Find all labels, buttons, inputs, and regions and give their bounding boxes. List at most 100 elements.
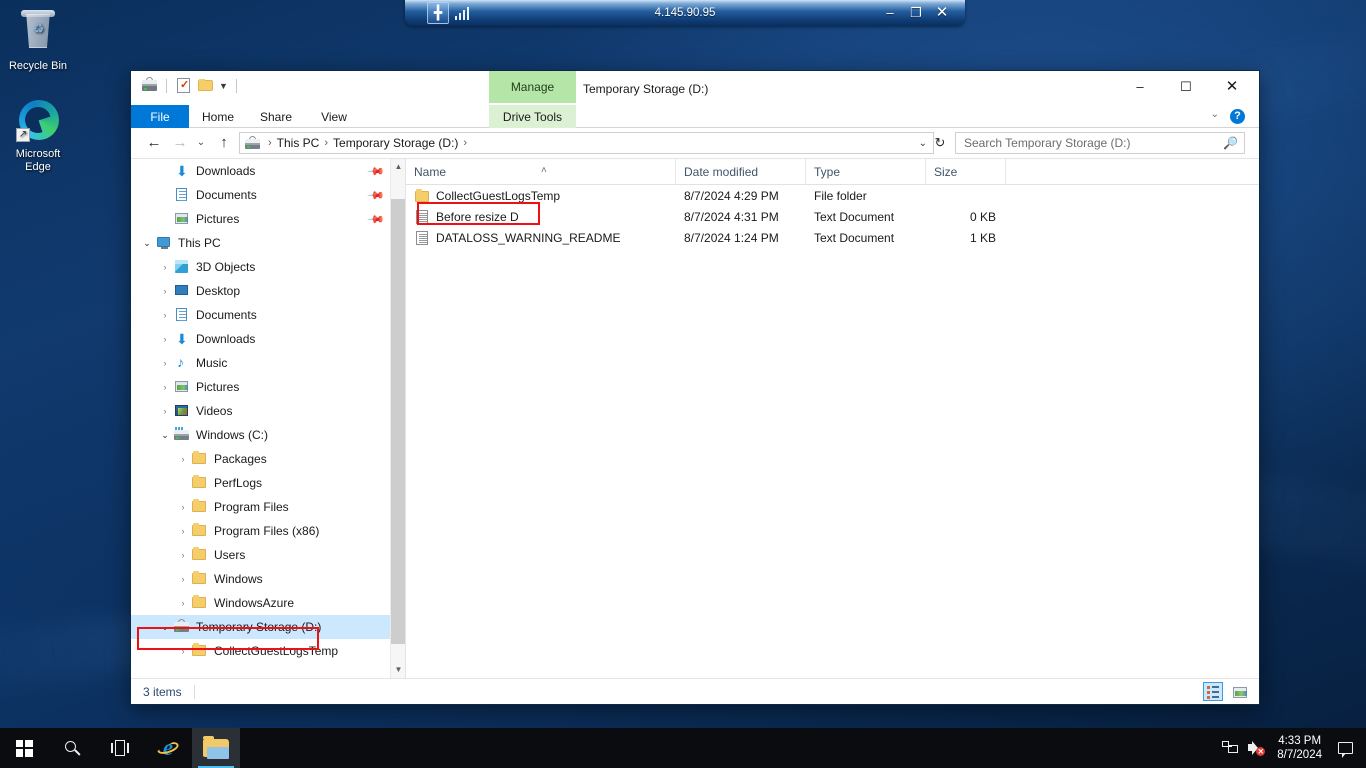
tree-item-downloads[interactable]: › ⬇ Downloads — [131, 327, 405, 351]
pin-icon[interactable]: 📌 — [367, 186, 386, 204]
chevron-right-icon[interactable]: › — [157, 286, 173, 296]
recent-locations-icon[interactable]: ⌄ — [193, 132, 209, 154]
back-button[interactable]: ← — [143, 132, 165, 154]
chevron-right-icon[interactable]: › — [175, 646, 191, 656]
tree-item-3d-objects[interactable]: › 3D Objects — [131, 255, 405, 279]
tree-scrollbar[interactable]: ▲ ▼ — [390, 159, 405, 678]
large-icons-view-button[interactable] — [1229, 682, 1249, 701]
search-icon[interactable]: 🔍 — [1223, 136, 1238, 150]
breadcrumb[interactable]: › This PC › Temporary Storage (D:) › ⌄ — [239, 132, 934, 154]
tree-item-users[interactable]: › Users — [131, 543, 405, 567]
column-header-type[interactable]: Type — [806, 159, 926, 185]
file-name-cell[interactable]: CollectGuestLogsTemp — [414, 188, 560, 204]
navigation-tree[interactable]: ⬇ Downloads 📌 Documents 📌 Pictures 📌 ⌄ This PC › 3… — [131, 159, 406, 678]
chevron-down-icon[interactable]: ⌄ — [157, 622, 173, 633]
tree-item-pictures[interactable]: Pictures 📌 — [131, 207, 405, 231]
view-buttons[interactable] — [1203, 682, 1249, 701]
file-explorer-button[interactable] — [192, 728, 240, 768]
file-explorer-window[interactable]: ▼ Manage Temporary Storage (D:) – ☐ ✕ Fi… — [130, 70, 1260, 705]
scroll-down-arrow[interactable]: ▼ — [391, 662, 405, 678]
table-row[interactable]: Before resize D 8/7/2024 4:31 PM Text Docu… — [406, 206, 1259, 227]
chevron-down-icon[interactable]: ⌄ — [1211, 109, 1219, 120]
scrollbar-thumb[interactable] — [391, 199, 405, 644]
connection-restore-button[interactable]: ❐ — [903, 0, 929, 26]
tab-view[interactable]: View — [305, 105, 363, 128]
file-name-cell[interactable]: DATALOSS_WARNING_README — [414, 230, 620, 246]
details-view-button[interactable] — [1203, 682, 1223, 701]
chevron-right-icon[interactable]: › — [157, 382, 173, 392]
chevron-down-icon[interactable]: ⌄ — [157, 430, 173, 441]
window-close-button[interactable]: ✕ — [1209, 71, 1255, 103]
new-folder-icon[interactable] — [197, 77, 214, 94]
column-header-name[interactable]: Name ˄ — [406, 159, 676, 185]
chevron-right-icon[interactable]: › — [175, 502, 191, 512]
tree-item-music[interactable]: › ♪ Music — [131, 351, 405, 375]
tree-item-desktop[interactable]: › Desktop — [131, 279, 405, 303]
forward-button[interactable]: → — [169, 132, 191, 154]
clock[interactable]: 4:33 PM 8/7/2024 — [1269, 734, 1330, 762]
chevron-right-icon[interactable]: › — [175, 454, 191, 464]
chevron-down-icon[interactable]: ⌄ — [139, 238, 155, 249]
breadcrumb-separator[interactable]: › — [463, 137, 467, 149]
up-button[interactable]: ↑ — [213, 132, 235, 154]
file-list-pane[interactable]: Name ˄ Date modified Type Size CollectGu… — [406, 159, 1259, 678]
breadcrumb-separator[interactable]: › — [324, 137, 328, 149]
table-row[interactable]: CollectGuestLogsTemp 8/7/2024 4:29 PM File… — [406, 185, 1259, 206]
tree-item-documents[interactable]: › Documents — [131, 303, 405, 327]
chevron-right-icon[interactable]: › — [157, 406, 173, 416]
tree-item-this-pc[interactable]: ⌄ This PC — [131, 231, 405, 255]
column-header-date-modified[interactable]: Date modified — [676, 159, 806, 185]
tree-item-packages[interactable]: › Packages — [131, 447, 405, 471]
chevron-right-icon[interactable]: › — [175, 574, 191, 584]
tab-share[interactable]: Share — [247, 105, 305, 128]
tree-item-collectguestlogstemp[interactable]: › CollectGuestLogsTemp — [131, 639, 405, 663]
chevron-right-icon[interactable]: › — [157, 310, 173, 320]
tree-item-documents[interactable]: Documents 📌 — [131, 183, 405, 207]
taskbar[interactable]: e ✕ 4:33 PM 8/7/2024 — [0, 728, 1366, 768]
search-button[interactable] — [48, 728, 96, 768]
column-header-size[interactable]: Size — [926, 159, 1006, 185]
chevron-right-icon[interactable]: › — [157, 262, 173, 272]
volume-muted-icon[interactable]: ✕ — [1243, 728, 1269, 768]
connection-minimize-button[interactable]: – — [877, 0, 903, 26]
chevron-right-icon[interactable]: › — [157, 358, 173, 368]
chevron-right-icon[interactable]: › — [175, 598, 191, 608]
window-minimize-button[interactable]: – — [1117, 71, 1163, 103]
tab-home[interactable]: Home — [189, 105, 247, 128]
action-center-button[interactable] — [1330, 728, 1360, 768]
column-headers[interactable]: Name ˄ Date modified Type Size — [406, 159, 1259, 185]
breadcrumb-item-temporary-storage[interactable]: Temporary Storage (D:) — [333, 136, 458, 150]
refresh-icon[interactable]: ↻ — [929, 132, 951, 154]
desktop-icon-microsoft-edge[interactable]: ↗ Microsoft Edge — [0, 96, 76, 174]
properties-icon[interactable] — [175, 77, 192, 94]
tree-item-windows-c[interactable]: ⌄ Windows (C:) — [131, 423, 405, 447]
file-name-cell[interactable]: Before resize D — [414, 209, 519, 225]
start-button[interactable] — [0, 728, 48, 768]
drive-icon[interactable] — [141, 77, 158, 94]
chevron-right-icon[interactable]: › — [175, 526, 191, 536]
tree-item-program-files-x86[interactable]: › Program Files (x86) — [131, 519, 405, 543]
scroll-up-arrow[interactable]: ▲ — [391, 159, 405, 175]
pin-icon[interactable]: 📌 — [367, 210, 386, 228]
window-maximize-button[interactable]: ☐ — [1163, 71, 1209, 103]
file-rows[interactable]: CollectGuestLogsTemp 8/7/2024 4:29 PM File… — [406, 185, 1259, 248]
breadcrumb-item-this-pc[interactable]: This PC — [277, 136, 320, 150]
chevron-right-icon[interactable]: › — [157, 334, 173, 344]
tree-item-windowsazure[interactable]: › WindowsAzure — [131, 591, 405, 615]
network-icon[interactable] — [1217, 728, 1243, 768]
desktop[interactable]: ♻ Recycle Bin ↗ Microsoft Edge ╋ 4.145.9… — [0, 0, 1366, 768]
breadcrumb-separator[interactable]: › — [268, 137, 272, 149]
desktop-icon-recycle-bin[interactable]: ♻ Recycle Bin — [0, 8, 76, 73]
quick-access-toolbar[interactable]: ▼ — [141, 77, 240, 94]
chevron-right-icon[interactable]: › — [175, 550, 191, 560]
tree-item-videos[interactable]: › Videos — [131, 399, 405, 423]
tree-item-downloads[interactable]: ⬇ Downloads 📌 — [131, 159, 405, 183]
tree-item-windows[interactable]: › Windows — [131, 567, 405, 591]
tab-file[interactable]: File — [131, 105, 189, 128]
tree-item-program-files[interactable]: › Program Files — [131, 495, 405, 519]
pin-icon[interactable]: 📌 — [367, 162, 386, 180]
connection-close-button[interactable]: ✕ — [929, 0, 955, 26]
chevron-down-icon[interactable]: ▼ — [219, 81, 228, 91]
rdp-connection-bar[interactable]: ╋ 4.145.90.95 – ❐ ✕ — [405, 0, 965, 26]
task-view-button[interactable] — [96, 728, 144, 768]
